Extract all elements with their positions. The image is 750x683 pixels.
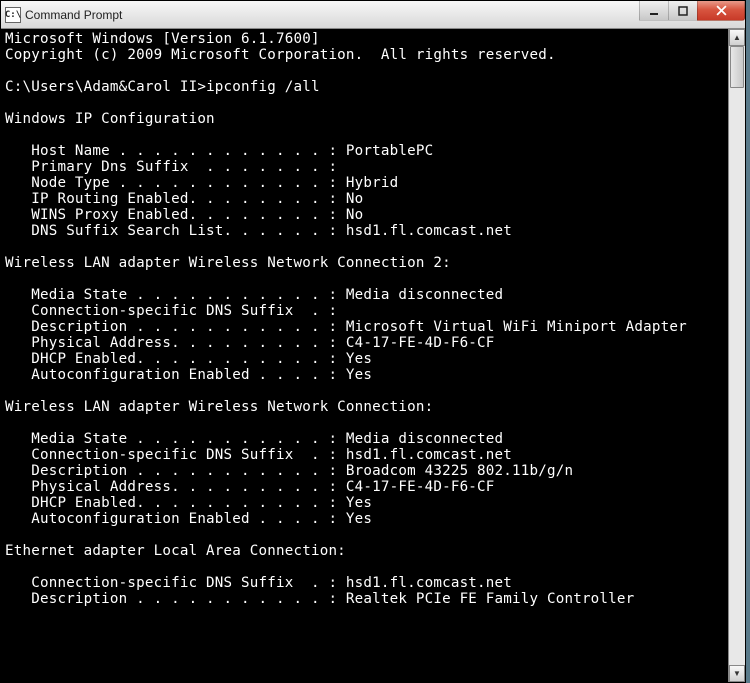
wlan-media-state: Media State . . . . . . . . . . . : Medi… xyxy=(5,431,503,447)
prompt-command: ipconfig /all xyxy=(206,79,320,95)
window-title: Command Prompt xyxy=(25,8,122,22)
wlan2-title: Wireless LAN adapter Wireless Network Co… xyxy=(5,255,451,271)
eth-conn-suffix: Connection-specific DNS Suffix . : hsd1.… xyxy=(5,575,512,591)
vertical-scrollbar[interactable]: ▲ ▼ xyxy=(728,29,745,682)
maximize-button[interactable] xyxy=(668,1,698,21)
scroll-up-button[interactable]: ▲ xyxy=(729,29,745,46)
scroll-down-button[interactable]: ▼ xyxy=(729,665,745,682)
wlan-title: Wireless LAN adapter Wireless Network Co… xyxy=(5,399,433,415)
scroll-thumb[interactable] xyxy=(730,46,744,88)
ipconfig-dns-suffix: DNS Suffix Search List. . . . . . : hsd1… xyxy=(5,223,512,239)
header-line1: Microsoft Windows [Version 6.1.7600] xyxy=(5,31,320,47)
window-controls xyxy=(640,1,745,21)
scroll-track[interactable] xyxy=(729,46,745,665)
wlan-autoconf: Autoconfiguration Enabled . . . . : Yes xyxy=(5,511,372,527)
app-icon: C:\ xyxy=(5,7,21,23)
ipconfig-node-type: Node Type . . . . . . . . . . . . : Hybr… xyxy=(5,175,398,191)
prompt-path: C:\Users\Adam&Carol II> xyxy=(5,79,206,95)
ipconfig-title: Windows IP Configuration xyxy=(5,111,215,127)
console-output[interactable]: Microsoft Windows [Version 6.1.7600] Cop… xyxy=(1,29,728,682)
wlan2-physical: Physical Address. . . . . . . . . : C4-1… xyxy=(5,335,495,351)
eth-description: Description . . . . . . . . . . . : Real… xyxy=(5,591,634,607)
wlan-conn-suffix: Connection-specific DNS Suffix . : hsd1.… xyxy=(5,447,512,463)
eth-title: Ethernet adapter Local Area Connection: xyxy=(5,543,346,559)
header-line2: Copyright (c) 2009 Microsoft Corporation… xyxy=(5,47,556,63)
minimize-button[interactable] xyxy=(639,1,669,21)
ipconfig-wins-proxy: WINS Proxy Enabled. . . . . . . . : No xyxy=(5,207,363,223)
command-prompt-window: C:\ Command Prompt Microsoft Windows [Ve… xyxy=(0,0,746,683)
ipconfig-primary-dns: Primary Dns Suffix . . . . . . . : xyxy=(5,159,337,175)
wlan2-conn-suffix: Connection-specific DNS Suffix . : xyxy=(5,303,337,319)
wlan2-autoconf: Autoconfiguration Enabled . . . . : Yes xyxy=(5,367,372,383)
wlan-dhcp: DHCP Enabled. . . . . . . . . . . : Yes xyxy=(5,495,372,511)
titlebar[interactable]: C:\ Command Prompt xyxy=(1,1,745,29)
wlan2-description: Description . . . . . . . . . . . : Micr… xyxy=(5,319,687,335)
close-button[interactable] xyxy=(697,1,745,21)
ipconfig-hostname: Host Name . . . . . . . . . . . . : Port… xyxy=(5,143,433,159)
wlan-description: Description . . . . . . . . . . . : Broa… xyxy=(5,463,573,479)
wlan2-media-state: Media State . . . . . . . . . . . : Medi… xyxy=(5,287,503,303)
wlan2-dhcp: DHCP Enabled. . . . . . . . . . . : Yes xyxy=(5,351,372,367)
ipconfig-ip-routing: IP Routing Enabled. . . . . . . . : No xyxy=(5,191,363,207)
console-area: Microsoft Windows [Version 6.1.7600] Cop… xyxy=(1,29,745,682)
wlan-physical: Physical Address. . . . . . . . . : C4-1… xyxy=(5,479,495,495)
